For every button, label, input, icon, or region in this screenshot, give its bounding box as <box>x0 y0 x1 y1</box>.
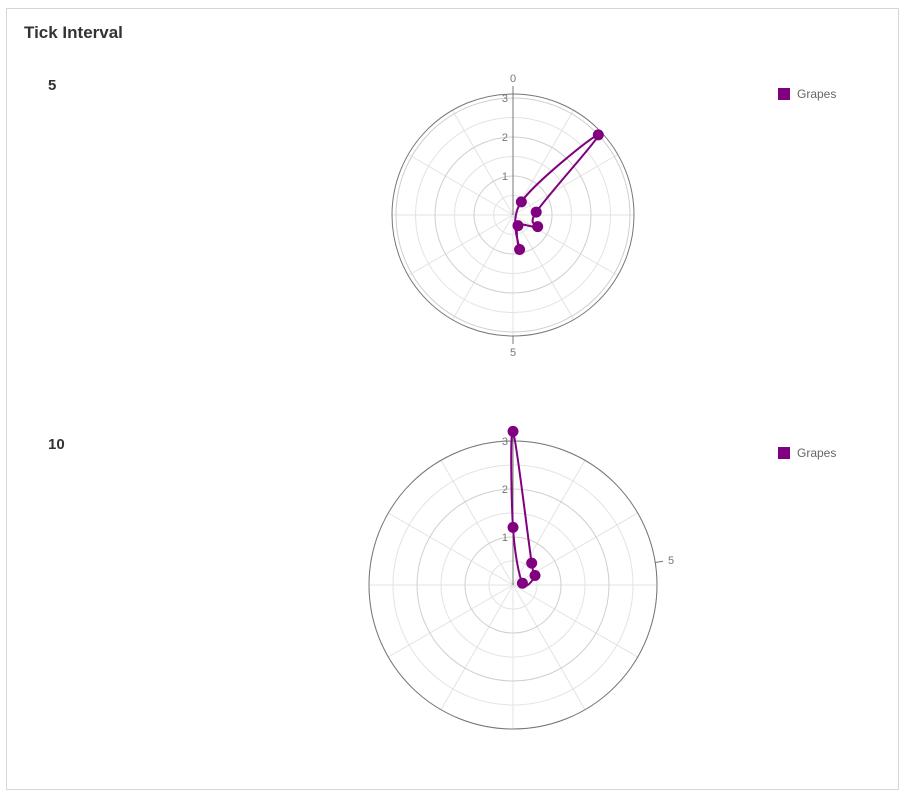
series-point-grapes[interactable] <box>516 577 528 589</box>
series-point-grapes[interactable] <box>507 425 519 437</box>
series-point-grapes[interactable] <box>507 521 519 533</box>
angle-tick-label: 5 <box>668 555 674 567</box>
series-point-grapes[interactable] <box>529 569 541 581</box>
series-point-grapes[interactable] <box>526 557 538 569</box>
polar-chart-interval-10: 1 2 3 5 <box>368 425 674 730</box>
radius-tick-label: 1 <box>502 532 508 544</box>
radius-tick-label: 3 <box>502 436 508 448</box>
radius-tick-label: 2 <box>502 484 508 496</box>
angle-tick-mark <box>655 560 664 563</box>
